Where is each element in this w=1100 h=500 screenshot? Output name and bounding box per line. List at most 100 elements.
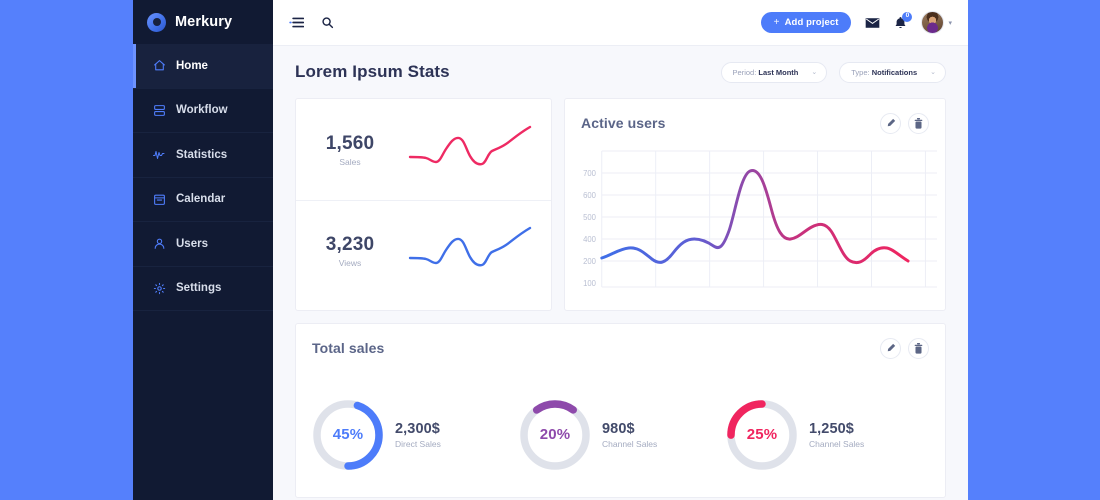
sales-sparkline	[404, 119, 551, 181]
chart-gridlines	[601, 150, 937, 288]
stat-views-text: 3,230 Views	[296, 234, 404, 268]
donut-text: 2,300$ Direct Sales	[395, 421, 441, 449]
sidebar-nav: Home Workflow Statistics Calendar Users …	[133, 44, 273, 311]
donut-direct-sales: 45% 2,300$ Direct Sales	[310, 397, 517, 473]
filter-period[interactable]: Period: Last Month ⌄	[720, 61, 828, 83]
active-users-line-chart: 700 600 500 400 200 100	[583, 150, 937, 288]
donut-amount: 2,300$	[395, 420, 440, 437]
filter-period-value: Last Month	[758, 67, 799, 77]
chevron-down-icon: ⌄	[930, 69, 936, 76]
total-sales-header: Total sales	[296, 324, 945, 372]
active-users-card: Active users 700 600 500 400 200 100	[564, 98, 946, 311]
avatar-menu[interactable]: ▾	[921, 11, 952, 34]
settings-icon	[153, 282, 166, 295]
filter-type-value: Notifications	[871, 67, 918, 77]
donut-list: 45% 2,300$ Direct Sales 20% 980$ Channel…	[296, 372, 945, 497]
sidebar-item-workflow[interactable]: Workflow	[133, 89, 273, 133]
home-icon	[153, 59, 166, 72]
search-icon[interactable]	[321, 16, 334, 29]
stat-sales-number: 1,560	[325, 132, 375, 154]
sidebar: Merkury Home Workflow Statistics Calenda…	[133, 0, 273, 500]
calendar-icon	[153, 193, 166, 206]
donut-chart: 20%	[517, 397, 593, 473]
svg-text:600: 600	[583, 191, 596, 200]
filter-period-label: Period:	[732, 67, 757, 77]
sidebar-item-label: Users	[176, 237, 208, 250]
page-title: Lorem Ipsum Stats	[295, 62, 450, 81]
sidebar-item-label: Settings	[176, 282, 222, 295]
notifications-bell[interactable]: 0	[894, 11, 913, 30]
donut-sublabel: Channel Sales	[602, 438, 658, 449]
donut-channel-sales-2: 25% 1,250$ Channel Sales	[724, 397, 931, 473]
topbar-left	[289, 16, 334, 29]
sidebar-item-statistics[interactable]: Statistics	[133, 133, 273, 178]
pencil-icon[interactable]	[880, 337, 901, 359]
trash-icon[interactable]	[908, 112, 929, 134]
topbar: + Add project 0 ▾	[273, 0, 968, 46]
svg-text:100: 100	[583, 279, 596, 288]
views-sparkline	[404, 220, 551, 282]
sidebar-item-calendar[interactable]: Calendar	[133, 178, 273, 222]
total-sales-actions	[880, 337, 929, 359]
statistics-icon	[153, 148, 166, 161]
stat-cards: 1,560 Sales 3,230 Views	[295, 98, 552, 311]
chevron-down-icon: ⌄	[811, 69, 818, 76]
svg-text:400: 400	[583, 235, 596, 244]
stat-views-label: Views	[338, 258, 362, 268]
total-sales-title: Total sales	[312, 340, 385, 356]
donut-channel-sales-1: 20% 980$ Channel Sales	[517, 397, 724, 473]
row-total-sales: Total sales 45% 2,300$ Direct Sales 20% …	[285, 311, 956, 498]
sidebar-item-label: Home	[176, 59, 208, 72]
add-project-label: Add project	[784, 17, 839, 28]
stat-sales-text: 1,560 Sales	[296, 133, 404, 167]
svg-text:200: 200	[583, 257, 596, 266]
stat-sales-label: Sales	[339, 156, 361, 167]
dashboard-app: Merkury Home Workflow Statistics Calenda…	[0, 0, 1100, 500]
sidebar-item-home[interactable]: Home	[133, 44, 273, 89]
hamburger-collapse-icon[interactable]	[289, 16, 304, 29]
sidebar-item-users[interactable]: Users	[133, 222, 273, 267]
total-sales-card: Total sales 45% 2,300$ Direct Sales 20% …	[295, 323, 946, 498]
donut-chart: 45%	[310, 397, 386, 473]
pencil-icon[interactable]	[880, 112, 901, 134]
avatar	[921, 11, 945, 34]
filters: Period: Last Month ⌄ Type: Notifications…	[720, 61, 946, 83]
donut-text: 1,250$ Channel Sales	[809, 421, 864, 449]
donut-percent: 20%	[539, 426, 571, 443]
trash-icon[interactable]	[908, 337, 929, 359]
stat-card-sales: 1,560 Sales	[296, 99, 551, 200]
active-users-title: Active users	[581, 115, 666, 131]
donut-percent: 45%	[332, 426, 364, 443]
stat-card-views: 3,230 Views	[296, 200, 551, 301]
brand[interactable]: Merkury	[133, 0, 273, 44]
donut-percent: 25%	[746, 426, 778, 443]
add-project-button[interactable]: + Add project	[760, 12, 852, 33]
filter-type[interactable]: Type: Notifications ⌄	[839, 61, 946, 83]
donut-sublabel: Direct Sales	[395, 438, 441, 449]
brand-name: Merkury	[175, 14, 233, 30]
sidebar-item-label: Workflow	[176, 104, 228, 117]
donut-amount: 1,250$	[809, 420, 854, 437]
donut-text: 980$ Channel Sales	[602, 421, 657, 449]
active-users-chart: 700 600 500 400 200 100	[565, 147, 945, 310]
sidebar-item-label: Calendar	[176, 193, 226, 206]
ring-logo-icon	[147, 12, 166, 32]
workflow-icon	[153, 104, 166, 117]
sidebar-item-label: Statistics	[176, 148, 228, 161]
page-header: Lorem Ipsum Stats Period: Last Month ⌄ T…	[285, 46, 956, 98]
donut-chart: 25%	[724, 397, 800, 473]
donut-amount: 980$	[602, 420, 635, 437]
stat-views-number: 3,230	[325, 234, 375, 255]
svg-text:500: 500	[583, 213, 596, 222]
users-icon	[153, 237, 166, 250]
active-users-header: Active users	[565, 99, 945, 147]
notification-badge: 0	[902, 11, 913, 22]
chevron-down-icon: ▾	[948, 19, 952, 27]
mail-icon[interactable]	[865, 17, 880, 29]
donut-sublabel: Channel Sales	[809, 438, 865, 449]
filter-type-label: Type:	[851, 67, 870, 77]
topbar-right: + Add project 0 ▾	[760, 11, 952, 34]
plus-icon: +	[773, 17, 780, 28]
sidebar-item-settings[interactable]: Settings	[133, 267, 273, 311]
content-area: Lorem Ipsum Stats Period: Last Month ⌄ T…	[273, 46, 968, 500]
